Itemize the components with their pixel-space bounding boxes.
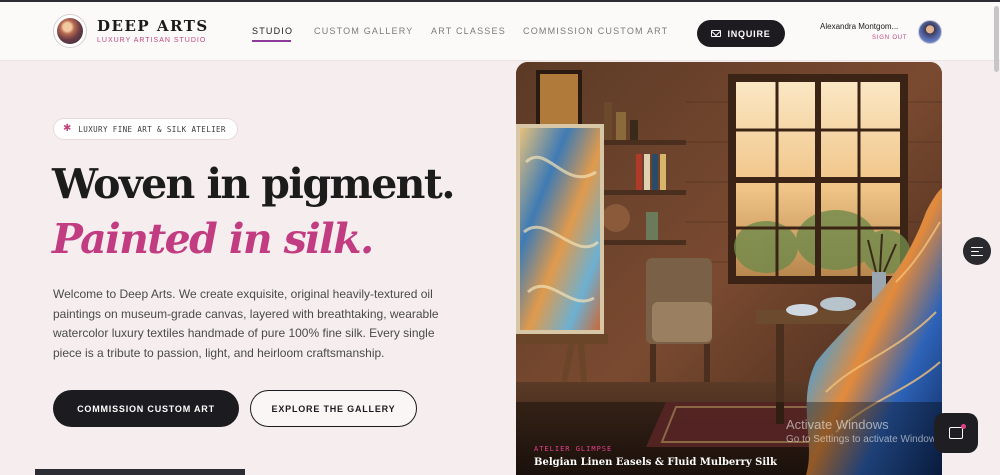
chat-icon: [949, 424, 966, 439]
floating-filter-button[interactable]: [963, 237, 991, 265]
brand-tagline: LUXURY ARTISAN STUDIO: [97, 37, 207, 44]
notification-dot: [961, 424, 966, 429]
nav-custom-gallery[interactable]: CUSTOM GALLERY: [314, 26, 414, 36]
taskbar-fragment: [35, 469, 245, 475]
page-scrollbar[interactable]: [994, 6, 999, 72]
inquire-button[interactable]: INQUIRE: [697, 20, 785, 47]
sparkle-icon: ✱: [63, 123, 72, 134]
nav-commission-custom-art[interactable]: COMMISSION CUSTOM ART: [523, 26, 668, 36]
nav-art-classes[interactable]: ART CLASSES: [431, 26, 506, 36]
explore-gallery-button[interactable]: EXPLORE THE GALLERY: [250, 390, 417, 427]
user-name: Alexandra Montgom...: [820, 22, 899, 31]
image-caption-label: ATELIER GLIMPSE: [534, 445, 613, 453]
nav-active-indicator: [252, 40, 291, 42]
activation-watermark-subtitle: Go to Settings to activate Windows.: [786, 434, 944, 445]
nav-studio[interactable]: STUDIO: [252, 26, 293, 36]
inquire-label: INQUIRE: [727, 28, 771, 39]
brand-name[interactable]: DEEP ARTS: [97, 17, 209, 35]
hero-badge: ✱ LUXURY FINE ART & SILK ATELIER: [53, 118, 238, 140]
hero-badge-text: LUXURY FINE ART & SILK ATELIER: [78, 124, 226, 134]
activation-watermark-title: Activate Windows: [786, 417, 889, 432]
chat-button[interactable]: [934, 413, 978, 453]
filter-list-icon: [971, 246, 983, 256]
hero-headline-2: Painted in silk.: [52, 215, 374, 263]
sign-out-link[interactable]: SIGN OUT: [872, 35, 907, 41]
artisan-logo-icon[interactable]: [53, 14, 87, 48]
image-caption-title: Belgian Linen Easels & Fluid Mulberry Si…: [534, 457, 777, 468]
mail-icon: [711, 30, 722, 37]
hero-description: Welcome to Deep Arts. We create exquisit…: [53, 287, 439, 360]
avatar[interactable]: [918, 20, 942, 44]
studio-illustration: [516, 62, 942, 475]
hero-headline-1: Woven in pigment.: [52, 160, 456, 208]
site-header: DEEP ARTS LUXURY ARTISAN STUDIO STUDIO C…: [0, 2, 1000, 61]
commission-custom-art-button[interactable]: COMMISSION CUSTOM ART: [53, 390, 239, 427]
studio-feature-image: [516, 62, 942, 475]
